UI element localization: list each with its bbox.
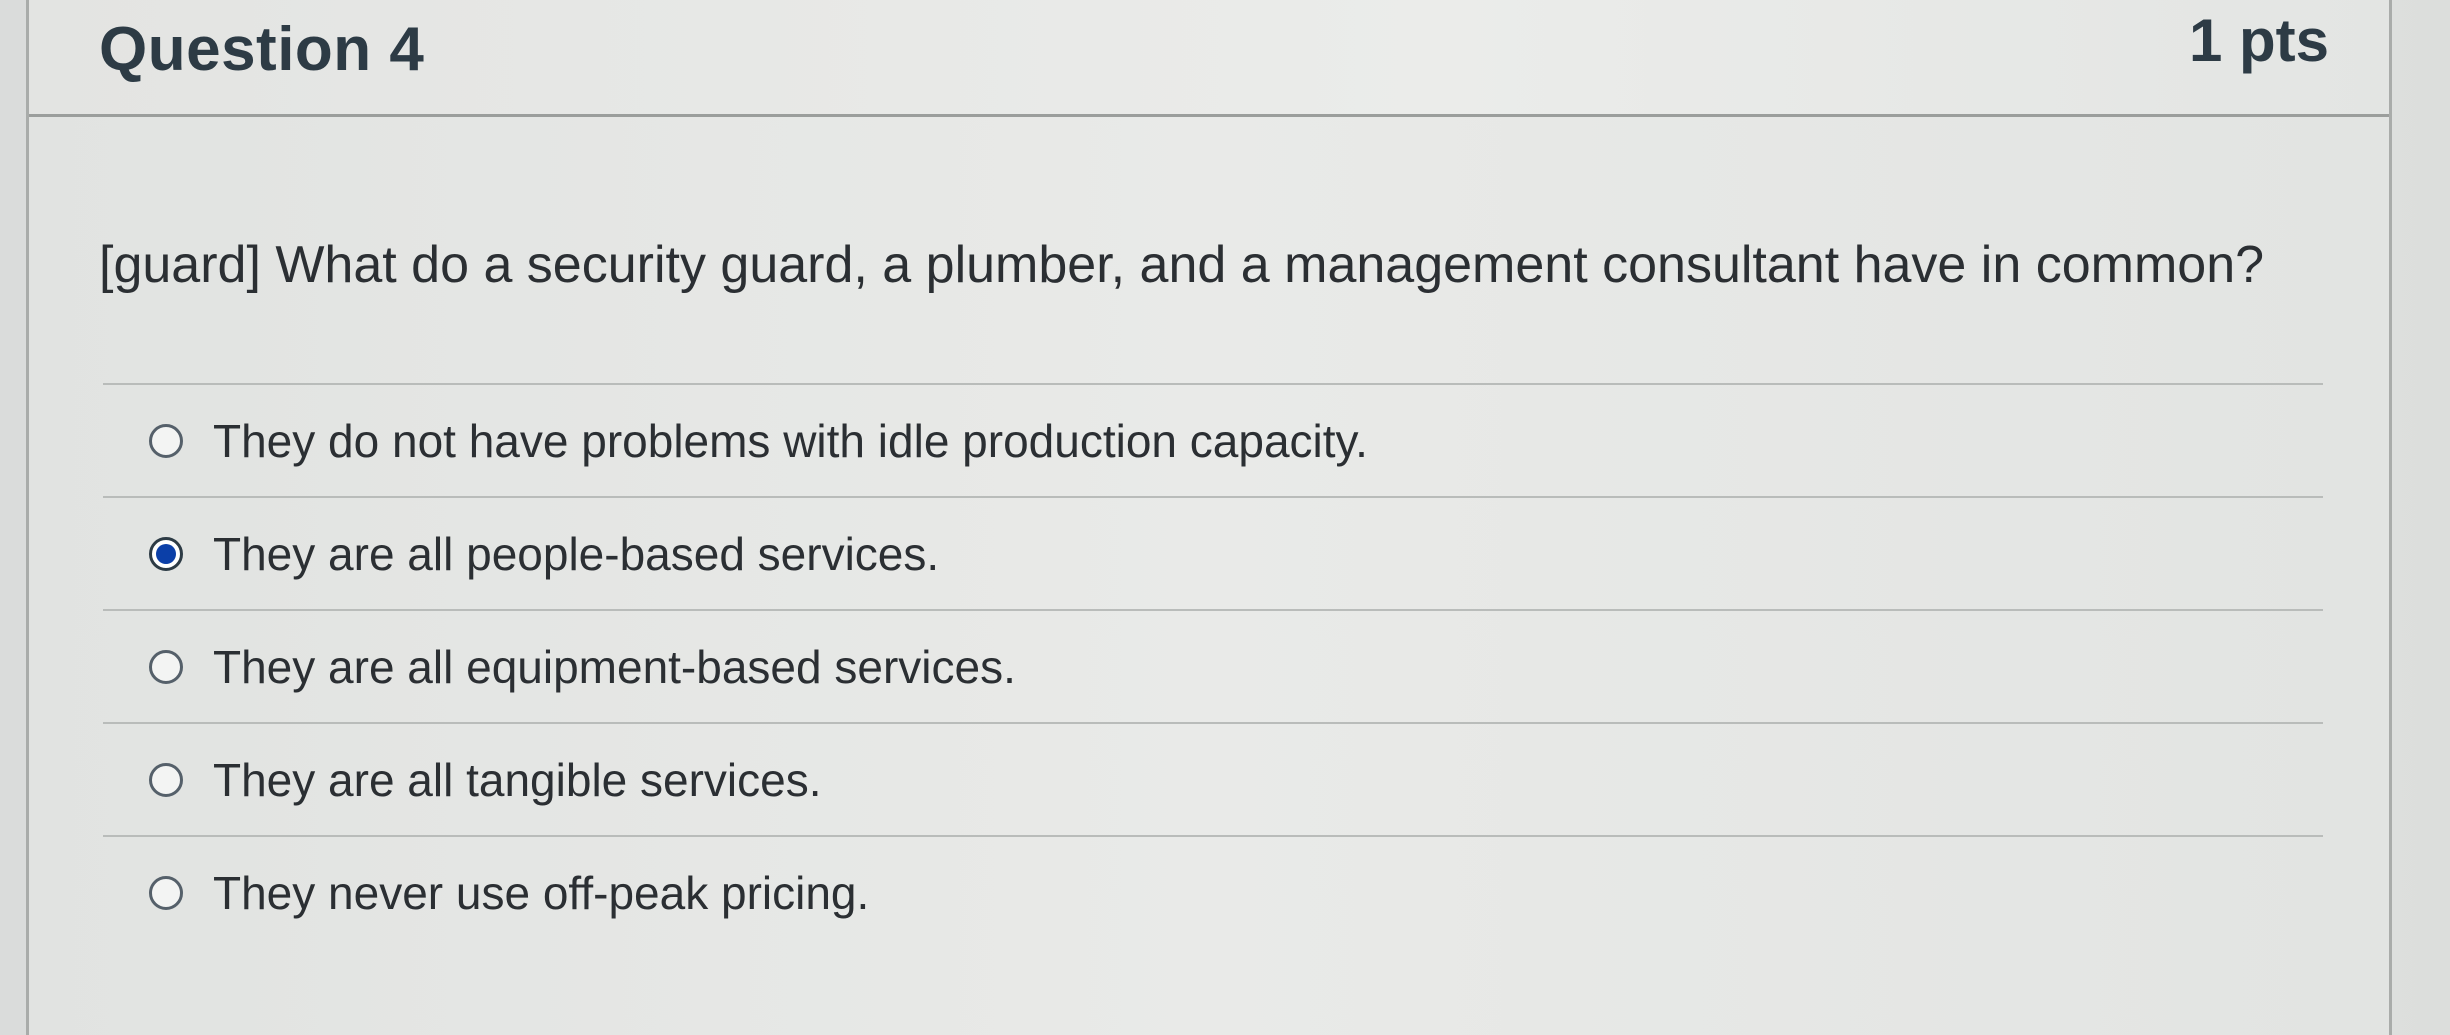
answer-option[interactable]: They do not have problems with idle prod… [103,383,2323,496]
answer-option[interactable]: They are all tangible services. [103,722,2323,835]
question-title: Question 4 [99,15,425,84]
answer-option[interactable]: They are all people-based services. [103,496,2323,609]
answer-option[interactable]: They are all equipment-based services. [103,609,2323,722]
radio-button[interactable] [149,536,183,571]
question-text: [guard] What do a security guard, a plum… [99,236,2265,294]
answer-option[interactable]: They never use off-peak pricing. [103,835,2323,948]
answer-label[interactable]: They never use off-peak pricing. [213,866,869,920]
answer-list: They do not have problems with idle prod… [103,383,2323,948]
radio-button[interactable] [149,762,183,797]
answer-label[interactable]: They are all equipment-based services. [213,640,1016,694]
radio-button[interactable] [149,423,183,458]
question-header: Question 4 1 pts [29,0,2389,117]
quiz-page: Question 4 1 pts [guard] What do a secur… [0,0,2450,1035]
answer-label[interactable]: They are all people-based services. [213,527,939,581]
answer-label[interactable]: They do not have problems with idle prod… [213,414,1368,468]
radio-button[interactable] [149,875,183,910]
answer-label[interactable]: They are all tangible services. [213,753,822,807]
question-points: 1 pts [2188,7,2329,74]
question-card: Question 4 1 pts [guard] What do a secur… [26,0,2392,1035]
radio-button[interactable] [149,649,183,684]
